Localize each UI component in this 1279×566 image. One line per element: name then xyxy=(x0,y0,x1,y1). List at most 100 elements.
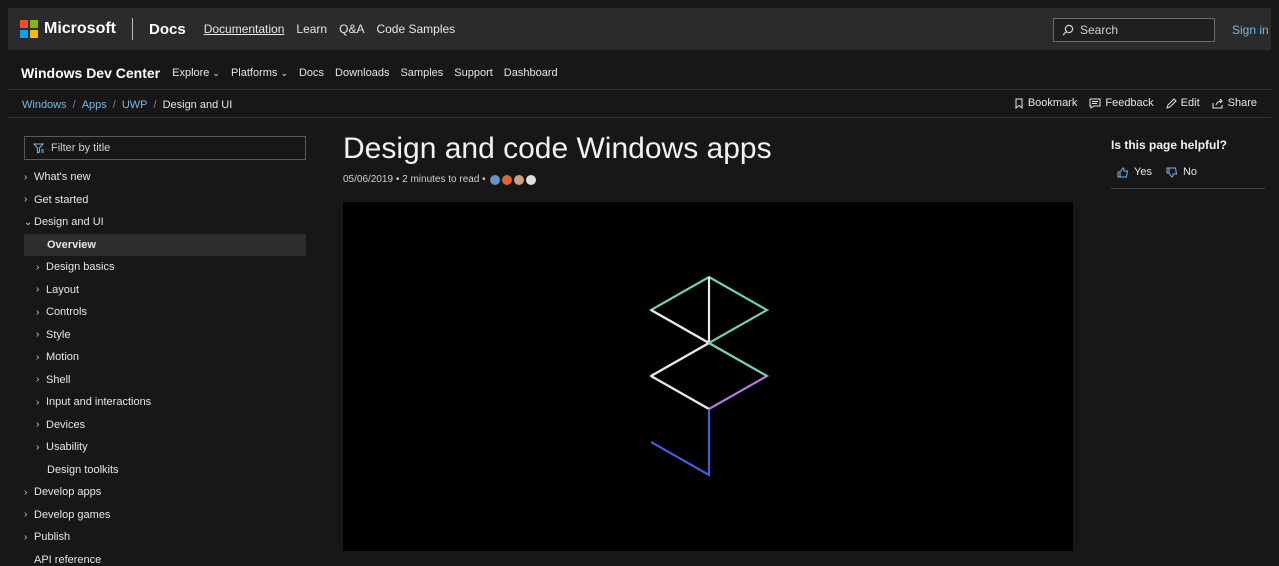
toc-item-layout[interactable]: › Layout xyxy=(24,279,306,302)
breadcrumb-bar: Windows / Apps / UWP / Design and UI Boo… xyxy=(8,92,1271,118)
filter-placeholder: Filter by title xyxy=(51,142,111,154)
chevron-right-icon: › xyxy=(36,329,40,341)
toc-item-motion[interactable]: › Motion xyxy=(24,346,306,369)
microsoft-logo[interactable]: Microsoft xyxy=(20,20,116,38)
chevron-right-icon: › xyxy=(24,531,28,543)
chevron-right-icon: › xyxy=(36,396,40,408)
toc-item-input-and-interactions[interactable]: › Input and interactions xyxy=(24,391,306,414)
fluent-design-logo xyxy=(648,275,770,477)
toc-item-devices[interactable]: › Devices xyxy=(24,414,306,437)
toc-item-publish[interactable]: › Publish xyxy=(24,526,306,549)
breadcrumb-apps[interactable]: Apps xyxy=(82,99,107,111)
sign-in-link[interactable]: Sign in xyxy=(1232,23,1269,37)
read-time: 2 minutes to read xyxy=(402,174,480,185)
nav-samples[interactable]: Samples xyxy=(400,67,443,79)
toc-item-controls[interactable]: › Controls xyxy=(24,301,306,324)
chevron-down-icon: ⌄ xyxy=(280,67,288,78)
search-placeholder: Search xyxy=(1080,23,1119,37)
dev-center-bar: Windows Dev Center Explore ⌄ Platforms ⌄ D… xyxy=(8,56,1271,90)
chevron-right-icon: › xyxy=(36,419,40,431)
toc-item-whats-new[interactable]: › What's new xyxy=(24,166,306,189)
microsoft-logo-icon xyxy=(20,20,38,38)
bookmark-icon xyxy=(1015,98,1023,109)
nav-downloads[interactable]: Downloads xyxy=(335,67,389,79)
docs-home-link[interactable]: Docs xyxy=(149,21,186,38)
avatar[interactable] xyxy=(513,174,524,185)
chevron-down-icon: ⌄ xyxy=(212,67,220,78)
chevron-right-icon: › xyxy=(24,509,28,521)
thumbs-up-icon xyxy=(1117,166,1129,177)
nav-code-samples[interactable]: Code Samples xyxy=(376,22,455,36)
chevron-right-icon: › xyxy=(36,441,40,453)
chevron-right-icon: › xyxy=(36,284,40,296)
bookmark-button[interactable]: Bookmark xyxy=(1014,97,1077,109)
page-title: Design and code Windows apps xyxy=(343,132,772,165)
nav-dashboard[interactable]: Dashboard xyxy=(504,67,558,79)
chevron-right-icon: › xyxy=(36,351,40,363)
breadcrumb-separator: / xyxy=(112,98,116,111)
toc-item-shell[interactable]: › Shell xyxy=(24,369,306,392)
nav-learn[interactable]: Learn xyxy=(296,22,327,36)
filter-by-title-input[interactable]: Filter by title xyxy=(24,136,306,160)
breadcrumb: Windows / Apps / UWP / Design and UI xyxy=(22,99,232,111)
chevron-right-icon: › xyxy=(36,374,40,386)
hero-video[interactable] xyxy=(343,202,1073,551)
main-content: Design and code Windows apps 05/06/2019 … xyxy=(343,130,1073,551)
chevron-right-icon: › xyxy=(36,306,40,318)
breadcrumb-windows[interactable]: Windows xyxy=(22,99,67,111)
pencil-icon xyxy=(1165,97,1177,109)
search-input[interactable]: Search xyxy=(1053,18,1215,42)
chevron-right-icon: › xyxy=(24,194,28,206)
helpful-question: Is this page helpful? xyxy=(1111,138,1228,152)
microsoft-wordmark: Microsoft xyxy=(44,20,116,37)
meta-separator: • xyxy=(393,174,403,185)
toc-item-usability[interactable]: › Usability xyxy=(24,436,306,459)
page-actions: Bookmark Feedback Edit Share xyxy=(1014,97,1257,109)
toc-item-develop-apps[interactable]: › Develop apps xyxy=(24,481,306,504)
nav-platforms[interactable]: Platforms ⌄ xyxy=(231,67,288,79)
helpful-buttons: Yes No xyxy=(1117,166,1265,178)
toc-item-style[interactable]: › Style xyxy=(24,324,306,347)
avatar[interactable] xyxy=(501,174,512,185)
share-button[interactable]: Share xyxy=(1212,97,1257,109)
edit-button[interactable]: Edit xyxy=(1165,97,1200,109)
chevron-right-icon: › xyxy=(36,261,40,273)
nav-docs[interactable]: Docs xyxy=(299,67,324,79)
yes-button[interactable]: Yes xyxy=(1117,166,1152,178)
toc-item-design-toolkits[interactable]: Design toolkits xyxy=(24,459,306,482)
chevron-right-icon: › xyxy=(24,486,28,498)
chevron-right-icon: › xyxy=(24,171,28,183)
table-of-contents: Filter by title › What's new › Get started… xyxy=(24,136,306,566)
search-icon xyxy=(1062,24,1074,36)
meta-separator: • xyxy=(479,174,486,185)
share-icon xyxy=(1212,98,1223,108)
toc-item-api-reference[interactable]: API reference xyxy=(24,549,306,566)
dev-center-nav: Explore ⌄ Platforms ⌄ Docs Downloads Sampl… xyxy=(172,67,558,79)
filter-icon xyxy=(33,143,45,154)
contributors[interactable] xyxy=(489,174,536,185)
header-nav: Documentation Learn Q&A Code Samples xyxy=(204,22,455,36)
header-divider xyxy=(132,18,133,40)
toc-item-overview[interactable]: Overview xyxy=(24,233,306,256)
nav-support[interactable]: Support xyxy=(454,67,493,79)
nav-explore[interactable]: Explore ⌄ xyxy=(172,67,220,79)
avatar[interactable] xyxy=(525,174,536,185)
chevron-down-icon: ⌄ xyxy=(24,216,33,228)
breadcrumb-separator: / xyxy=(72,98,76,111)
article-metadata: 05/06/2019 • 2 minutes to read • xyxy=(343,174,1073,185)
breadcrumb-current: Design and UI xyxy=(162,98,233,111)
toc-item-develop-games[interactable]: › Develop games xyxy=(24,504,306,527)
feedback-button[interactable]: Feedback xyxy=(1089,97,1154,109)
dev-center-title[interactable]: Windows Dev Center xyxy=(21,65,160,81)
thumbs-down-icon xyxy=(1166,167,1178,178)
avatar[interactable] xyxy=(489,174,500,185)
nav-documentation[interactable]: Documentation xyxy=(204,22,285,36)
toc-item-get-started[interactable]: › Get started xyxy=(24,189,306,212)
breadcrumb-separator: / xyxy=(153,98,157,111)
toc-item-design-basics[interactable]: › Design basics xyxy=(24,256,306,279)
breadcrumb-uwp[interactable]: UWP xyxy=(122,99,148,111)
nav-qa[interactable]: Q&A xyxy=(339,22,364,36)
feedback-rail: Is this page helpful? Yes No xyxy=(1111,138,1265,189)
toc-item-design-and-ui[interactable]: ⌄ Design and UI xyxy=(24,211,306,234)
no-button[interactable]: No xyxy=(1166,166,1197,178)
